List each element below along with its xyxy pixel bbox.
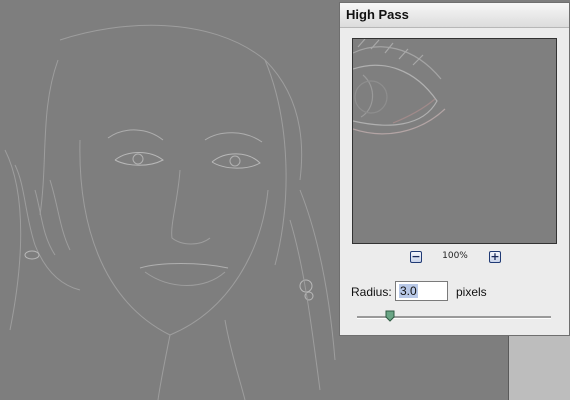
slider-thumb-icon — [385, 310, 395, 322]
zoom-in-button[interactable]: + — [489, 251, 501, 263]
radius-input[interactable]: 3.0 — [395, 281, 448, 301]
plus-icon: + — [490, 250, 500, 263]
zoom-level: 100% — [442, 251, 468, 261]
filter-preview[interactable] — [352, 38, 557, 244]
zoom-out-button[interactable]: − — [410, 251, 422, 263]
radius-unit-label: pixels — [456, 285, 487, 299]
minus-icon: − — [411, 250, 421, 263]
high-pass-dialog: High Pass − 100% + Radius: 3.0 pixels — [339, 2, 570, 336]
preview-eye-closeup — [353, 39, 556, 243]
dialog-title: High Pass — [346, 7, 409, 22]
radius-label: Radius: — [351, 285, 392, 299]
workspace-gutter — [508, 335, 570, 400]
radius-value: 3.0 — [399, 284, 418, 298]
dialog-title-bar[interactable]: High Pass — [340, 3, 569, 28]
